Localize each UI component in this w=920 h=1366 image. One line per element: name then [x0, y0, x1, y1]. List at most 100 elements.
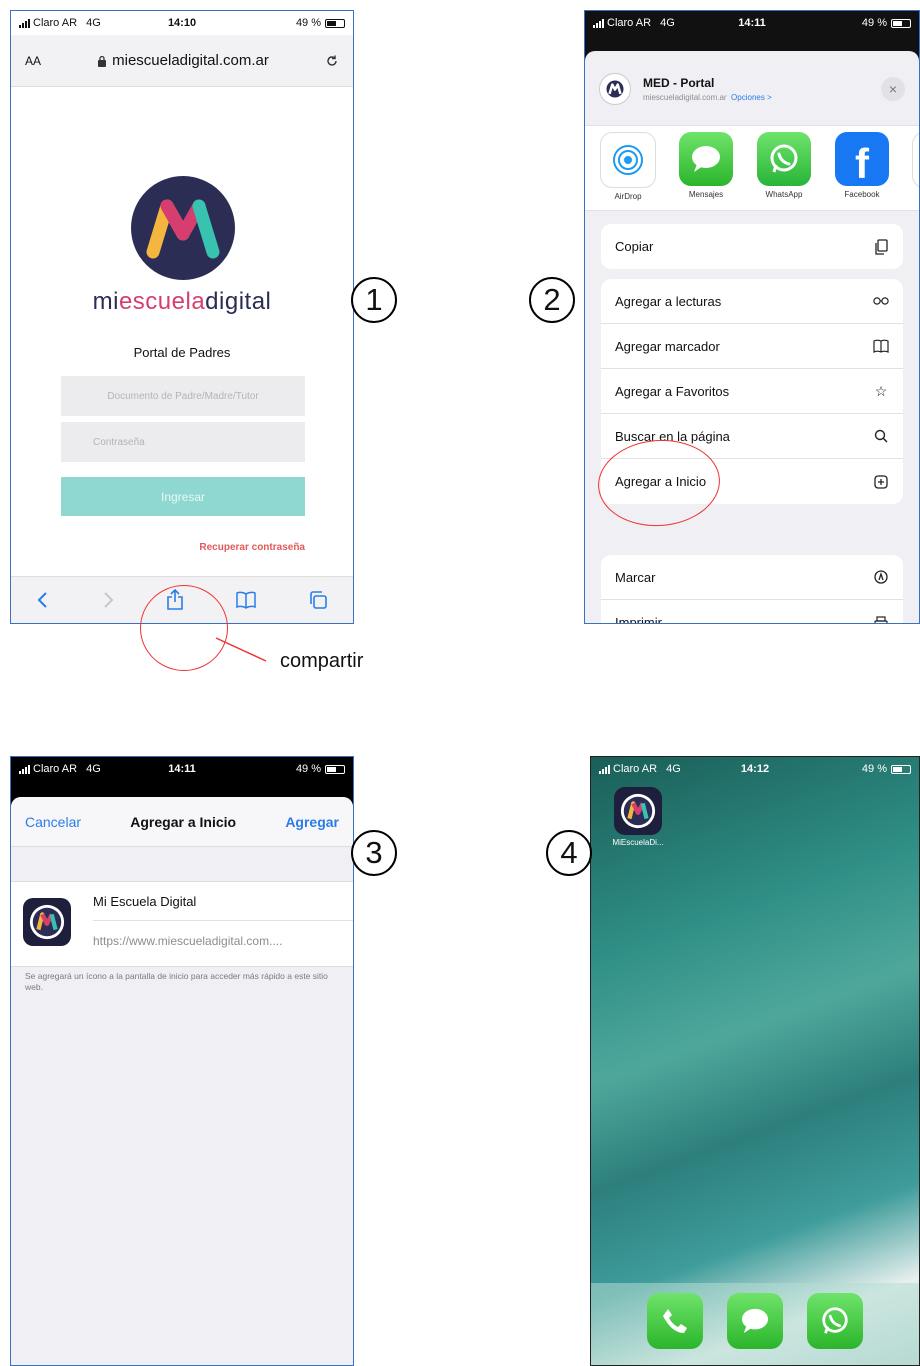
network-type: 4G	[666, 763, 681, 775]
signal-icon	[599, 764, 610, 774]
share-header: MED - Portal miescueladigital.com.ar Opc…	[599, 69, 905, 109]
app-label: AirDrop	[614, 192, 642, 201]
carrier: Claro AR 4G	[599, 763, 703, 775]
battery: 49 %	[236, 763, 346, 775]
facebook-icon: f	[835, 132, 889, 187]
messages-icon	[679, 132, 733, 186]
screenshot-add-to-home: Claro AR 4G 14:11 49 % Cancelar Agregar …	[10, 756, 354, 1366]
action-label: Agregar a Favoritos	[615, 383, 730, 399]
network-type: 4G	[86, 17, 101, 29]
battery-percent: 49 %	[861, 17, 887, 29]
battery-icon	[891, 764, 911, 774]
book-icon	[873, 338, 889, 354]
share-title: MED - Portal	[643, 76, 715, 90]
messages-app-icon[interactable]	[727, 1293, 783, 1349]
address-bar[interactable]: AA miescueladigital.com.ar	[11, 35, 353, 87]
site-name-input[interactable]: Mi Escuela Digital	[93, 894, 353, 921]
action-agregar-marcador[interactable]: Agregar marcador	[601, 324, 903, 369]
action-imprimir[interactable]: Imprimir	[601, 600, 903, 624]
bookmarks-icon[interactable]	[235, 591, 257, 609]
star-icon: ☆	[874, 382, 888, 399]
search-icon	[873, 428, 889, 444]
school-logo	[131, 176, 235, 280]
reload-icon[interactable]	[325, 54, 339, 68]
password-input[interactable]: Contraseña	[61, 422, 305, 462]
app-label: WhatsApp	[765, 190, 803, 199]
action-label: Agregar marcador	[615, 338, 720, 354]
screenshot-share-sheet: Claro AR 4G 14:11 49 % MED - Portal mies…	[584, 10, 920, 624]
app-more[interactable]	[909, 132, 919, 192]
whatsapp-icon	[757, 132, 811, 186]
lock-icon	[98, 55, 107, 67]
options-link[interactable]: Opciones >	[731, 93, 772, 102]
carrier: Claro AR 4G	[593, 17, 699, 29]
cancel-button[interactable]: Cancelar	[25, 814, 81, 830]
action-label: Marcar	[615, 569, 656, 585]
status-time: 14:10	[167, 17, 197, 29]
app-label: Facebook	[844, 190, 880, 199]
portal-title: Portal de Padres	[133, 345, 231, 360]
dock	[591, 1283, 919, 1365]
action-marcar[interactable]: Marcar	[601, 555, 903, 600]
step-1-marker: 1	[351, 277, 397, 323]
action-label: Imprimir	[615, 615, 662, 624]
battery-percent: 49 %	[861, 763, 887, 775]
url-domain: miescueladigital.com.ar	[112, 52, 269, 69]
app-row: AirDrop Mensajes WhatsApp f Facebook	[585, 125, 919, 211]
home-app-miescueladigital[interactable]: MiEscuelaDi...	[609, 787, 667, 847]
battery-icon	[325, 764, 346, 774]
step-3-marker: 3	[351, 830, 397, 876]
add-to-home-hint: Se agregará un ícono a la pantalla de in…	[25, 971, 328, 992]
status-bar: Claro AR 4G 14:11 49 %	[11, 757, 353, 781]
url-field[interactable]: miescueladigital.com.ar	[41, 52, 325, 69]
phone-app-icon[interactable]	[647, 1293, 703, 1349]
carrier-name: Claro AR	[33, 17, 78, 29]
add-button[interactable]: Agregar	[285, 814, 339, 830]
site-url: https://www.miescueladigital.com....	[93, 934, 283, 948]
battery: 49 %	[805, 17, 911, 29]
action-label: Agregar a lecturas	[615, 293, 722, 309]
network-type: 4G	[86, 763, 101, 775]
status-time: 14:11	[168, 763, 196, 775]
screenshot-login-page: Claro AR 4G 14:10 49 % AA miescueladigit…	[10, 10, 354, 624]
login-button[interactable]: Ingresar	[61, 477, 305, 516]
app-facebook[interactable]: f Facebook	[831, 132, 893, 199]
app-label: Mensajes	[688, 190, 724, 199]
close-icon[interactable]: ×	[881, 77, 905, 101]
site-card: Mi Escuela Digital https://www.miescuela…	[11, 881, 353, 967]
battery-icon	[891, 18, 911, 28]
battery: 49 %	[807, 763, 911, 775]
carrier: Claro AR 4G	[19, 763, 128, 775]
app-icon-preview	[23, 898, 71, 946]
airdrop-icon	[600, 132, 656, 188]
copy-icon	[873, 238, 889, 255]
app-whatsapp[interactable]: WhatsApp	[753, 132, 815, 199]
carrier-name: Claro AR	[607, 17, 652, 29]
document-input[interactable]: Documento de Padre/Madre/Tutor	[61, 376, 305, 416]
share-sheet: MED - Portal miescueladigital.com.ar Opc…	[585, 51, 919, 623]
pointer-line	[215, 637, 267, 662]
action-agregar-favoritos[interactable]: Agregar a Favoritos ☆	[601, 369, 903, 414]
battery: 49 %	[236, 17, 346, 29]
action-copiar[interactable]: Copiar	[601, 224, 903, 269]
status-bar: Claro AR 4G 14:10 49 %	[11, 11, 353, 35]
brand-name: miescueladigital	[11, 288, 353, 316]
step-2-marker: 2	[529, 277, 575, 323]
text-size-button[interactable]: AA	[25, 54, 41, 68]
back-icon[interactable]	[36, 591, 50, 609]
recover-password-link[interactable]: Recuperar contraseña	[199, 542, 305, 553]
status-time: 14:11	[738, 17, 766, 29]
status-bar: Claro AR 4G 14:12 49 %	[591, 757, 919, 781]
carrier-name: Claro AR	[33, 763, 78, 775]
app-mensajes[interactable]: Mensajes	[675, 132, 737, 199]
action-agregar-lecturas[interactable]: Agregar a lecturas	[601, 279, 903, 324]
whatsapp-app-icon[interactable]	[807, 1293, 863, 1349]
carrier-name: Claro AR	[613, 763, 658, 775]
status-bar: Claro AR 4G 14:11 49 %	[585, 11, 919, 35]
tabs-icon[interactable]	[308, 590, 328, 610]
action-group-copy: Copiar	[601, 224, 903, 269]
signal-icon	[593, 18, 604, 28]
share-annotation-label: compartir	[280, 650, 364, 672]
app-airdrop[interactable]: AirDrop	[597, 132, 659, 201]
forward-icon[interactable]	[101, 591, 115, 609]
